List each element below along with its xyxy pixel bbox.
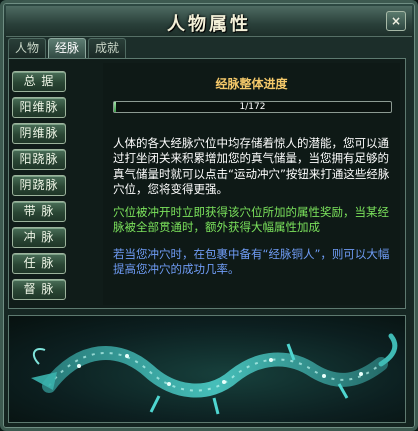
tab-achievement[interactable]: 成就 bbox=[88, 38, 127, 58]
sidebar-item-yinqiao[interactable]: 阴跷脉 bbox=[12, 175, 66, 196]
reward-paragraph: 穴位被冲开时立即获得该穴位所加的属性奖励，当某经脉被全部贯通时，额外获得大幅属性… bbox=[113, 205, 389, 235]
tab-meridian[interactable]: 经脉 bbox=[48, 38, 87, 58]
tab-bar: 人物 经脉 成就 bbox=[8, 38, 127, 58]
dragon-illustration bbox=[8, 315, 406, 423]
tip-paragraph: 若当您冲穴时，在包裹中备有“经脉铜人”，则可以大幅提高您冲穴的成功几率。 bbox=[113, 247, 390, 277]
close-button[interactable]: × bbox=[386, 11, 406, 31]
meridian-sidebar: 总 据 阳维脉 阴维脉 阳跷脉 阴跷脉 带 脉 冲 脉 任 脉 督 脉 bbox=[12, 71, 72, 305]
sidebar-item-dai[interactable]: 带 脉 bbox=[12, 201, 66, 222]
tab-character[interactable]: 人物 bbox=[8, 38, 47, 58]
window-title: 人物属性 bbox=[167, 14, 251, 35]
sidebar-item-yinwei[interactable]: 阴维脉 bbox=[12, 123, 66, 144]
dragon-icon bbox=[31, 333, 398, 415]
progress-text: 1/172 bbox=[239, 102, 266, 112]
title-bar[interactable]: 人物属性 × bbox=[6, 6, 412, 37]
sidebar-item-du[interactable]: 督 脉 bbox=[12, 279, 66, 300]
progress-title: 经脉整体进度 bbox=[215, 77, 288, 91]
sidebar-item-chong[interactable]: 冲 脉 bbox=[12, 227, 66, 248]
overall-progress-bar: 1/172 bbox=[113, 101, 392, 113]
sidebar-item-overview[interactable]: 总 据 bbox=[12, 71, 66, 92]
sidebar-item-yangqiao[interactable]: 阳跷脉 bbox=[12, 149, 66, 170]
intro-paragraph: 人体的各大经脉穴位中均存储着惊人的潜能，您可以通过打坐闭关来积累增加您的真气储量… bbox=[113, 136, 390, 196]
sidebar-item-ren[interactable]: 任 脉 bbox=[12, 253, 66, 274]
sidebar-item-yangwei[interactable]: 阳维脉 bbox=[12, 97, 66, 118]
